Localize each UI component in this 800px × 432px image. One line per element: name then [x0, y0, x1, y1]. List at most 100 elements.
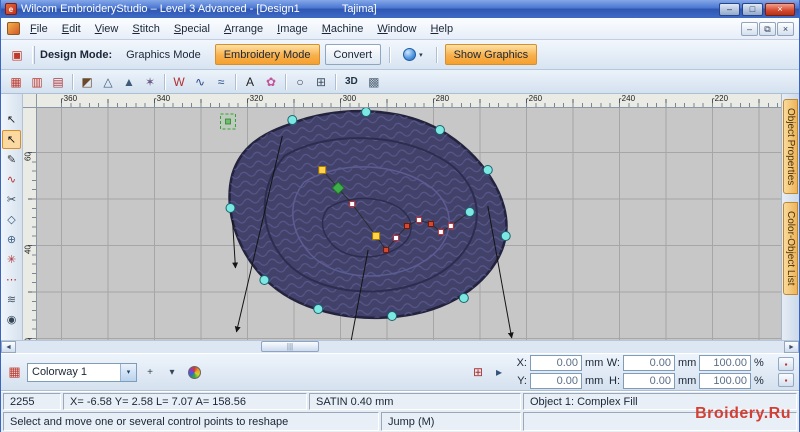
control-point[interactable] [458, 293, 469, 303]
menu-edit[interactable]: Edit [55, 20, 88, 38]
menu-arrange[interactable]: Arrange [217, 20, 270, 38]
v-ruler-label: 40 [23, 245, 33, 254]
motif-stamp-tool[interactable]: ✳ [2, 250, 21, 269]
node-handle[interactable] [415, 217, 422, 223]
canvas-viewport[interactable] [37, 108, 781, 340]
zigzag-stitch-tool-icon[interactable]: ≈ [211, 72, 231, 91]
star-tool-icon[interactable]: ✶ [140, 72, 160, 91]
design-canvas[interactable] [37, 108, 781, 340]
control-point[interactable] [313, 304, 324, 314]
input-a-tool-icon[interactable]: ▦ [6, 72, 26, 91]
control-point[interactable] [482, 165, 493, 175]
control-point[interactable] [225, 203, 236, 213]
menu-file[interactable]: File [23, 20, 55, 38]
design-window-icon[interactable]: ▣ [7, 45, 27, 64]
node-handle[interactable] [383, 247, 390, 253]
control-point[interactable] [434, 125, 445, 135]
scale-h-input[interactable]: 100.00 [699, 373, 751, 389]
panel-toggle-top-icon[interactable]: ▪ [778, 357, 794, 371]
knife-tool[interactable]: ✂ [2, 190, 21, 209]
child-close-button[interactable]: × [777, 21, 794, 36]
control-point[interactable] [361, 108, 372, 117]
node-handle[interactable] [437, 229, 444, 235]
current-tool-mode: Jump (M) [381, 412, 521, 431]
child-minimize-button[interactable]: – [741, 21, 758, 36]
triangle-filled-tool-icon[interactable]: ▲ [119, 72, 139, 91]
scrollbar-thumb[interactable]: ||| [261, 341, 319, 352]
overview-window-icon[interactable]: ⊞ [468, 363, 488, 382]
colorway-select[interactable]: Colorway 1 ▾ [27, 362, 137, 382]
control-point[interactable] [287, 115, 298, 125]
node-handle[interactable] [404, 223, 410, 229]
travel-tool[interactable]: ∿ [2, 170, 21, 189]
tab-color-object-list[interactable]: Color-Object List [783, 202, 798, 295]
colorway-menu-button[interactable]: ▾ [163, 363, 181, 381]
menu-stitch[interactable]: Stitch [125, 20, 167, 38]
panel-toggle-bottom-icon[interactable]: ▪ [778, 373, 794, 387]
color-wheel-button[interactable] [185, 363, 203, 381]
reshape-tool[interactable]: ↖ [2, 130, 21, 149]
penetrations-tool[interactable]: ≋ [2, 290, 21, 309]
grid-toggle-icon[interactable]: ⊞ [311, 72, 331, 91]
control-point[interactable] [387, 311, 398, 321]
h-input[interactable]: 0.00 [623, 373, 675, 389]
ellipse-tool-icon[interactable]: ○ [290, 72, 310, 91]
node-handle[interactable] [349, 201, 356, 207]
w-unit: mm [678, 357, 697, 369]
control-point[interactable] [464, 207, 475, 217]
colorway-palette-icon[interactable]: ▦ [6, 364, 23, 381]
graphics-mode-button[interactable]: Graphics Mode [117, 44, 210, 65]
corner-handle[interactable] [318, 166, 327, 174]
select-tool[interactable]: ↖ [2, 110, 21, 129]
zoom-tool[interactable]: ◉ [2, 310, 21, 329]
close-button[interactable]: × [765, 2, 795, 16]
scale-w-input[interactable]: 100.00 [699, 355, 751, 371]
node-handle[interactable] [427, 221, 434, 227]
triangle-outline-tool-icon[interactable]: △ [98, 72, 118, 91]
scroll-right-button[interactable]: ► [784, 341, 799, 353]
motif-run-tool-icon[interactable]: W [169, 72, 189, 91]
x-input[interactable]: 0.00 [530, 355, 582, 371]
menu-window[interactable]: Window [370, 20, 423, 38]
run-stitch-tool-icon[interactable]: ∿ [190, 72, 210, 91]
flower-motif-tool-icon[interactable]: ✿ [261, 72, 281, 91]
menu-machine[interactable]: Machine [315, 20, 371, 38]
embroidery-object[interactable] [228, 109, 508, 319]
y-input[interactable]: 0.00 [530, 373, 582, 389]
convert-button[interactable]: Convert [324, 44, 382, 65]
w-input[interactable]: 0.00 [623, 355, 675, 371]
embroidery-mode-button[interactable]: Embroidery Mode [214, 44, 320, 65]
input-b-tool-icon[interactable]: ▥ [27, 72, 47, 91]
application-window: e Wilcom EmbroideryStudio – Level 3 Adva… [0, 0, 800, 432]
scroll-left-button[interactable]: ◄ [1, 341, 16, 353]
tab-object-properties[interactable]: Object Properties [783, 99, 798, 195]
minimize-button[interactable]: – [719, 2, 740, 16]
complex-fill-tool-icon[interactable]: ◩ [77, 72, 97, 91]
menu-image[interactable]: Image [270, 20, 315, 38]
maximize-button[interactable]: □ [742, 2, 763, 16]
lettering-tool-icon[interactable]: A [240, 72, 260, 91]
corner-handle[interactable] [372, 232, 381, 240]
control-point[interactable] [259, 275, 270, 285]
menu-view[interactable]: View [88, 20, 126, 38]
menu-special[interactable]: Special [167, 20, 217, 38]
add-colorway-button[interactable]: + [141, 363, 159, 381]
stitch-player-icon[interactable]: ▸ [489, 363, 509, 382]
show-graphics-button[interactable]: Show Graphics [444, 44, 538, 65]
3d-view-icon[interactable]: 3D [340, 72, 363, 91]
scrollbar-track[interactable]: ||| [16, 341, 784, 353]
globe-dropdown-button[interactable]: ▾ [398, 44, 428, 65]
shape-node-tool[interactable]: ◇ [2, 210, 21, 229]
menu-help[interactable]: Help [423, 20, 460, 38]
node-handle[interactable] [447, 223, 454, 229]
mirror-merge-tool[interactable]: ⊕ [2, 230, 21, 249]
show-stitches-icon[interactable]: ▩ [364, 72, 384, 91]
child-restore-button[interactable]: ⧉ [759, 21, 776, 36]
chevron-down-icon[interactable]: ▾ [120, 363, 136, 381]
control-point[interactable] [500, 231, 511, 241]
stitch-edit-tool[interactable]: ✎ [2, 150, 21, 169]
stitch-marks-tool[interactable]: ⋯ [2, 270, 21, 289]
h-ruler-label: -260 [526, 94, 543, 103]
node-handle[interactable] [393, 235, 400, 241]
input-c-tool-icon[interactable]: ▤ [48, 72, 68, 91]
